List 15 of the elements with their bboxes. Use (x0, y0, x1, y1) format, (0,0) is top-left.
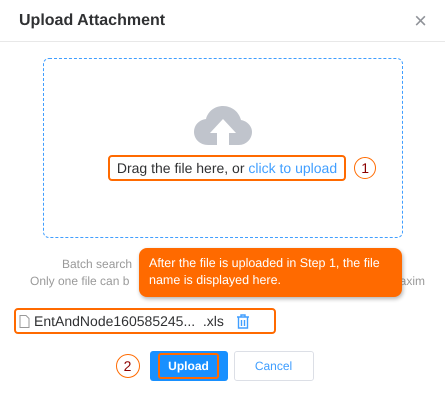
hint-text: Only one file can b (30, 273, 130, 290)
dialog-title: Upload Attachment (19, 12, 166, 30)
delete-icon[interactable] (236, 314, 250, 328)
cancel-button[interactable]: Cancel (234, 351, 314, 381)
upload-link[interactable]: click to upload (248, 160, 338, 176)
file-name: EntAndNode160585245... .xls (34, 313, 224, 329)
drag-instruction: Drag the file here, or click to upload (108, 155, 346, 181)
hint-text: Batch search (62, 257, 132, 271)
file-icon (19, 314, 30, 328)
callout-tooltip: After the file is uploaded in Step 1, the file name is displayed here. (139, 248, 402, 297)
close-button[interactable]: × (414, 10, 427, 32)
step-number: 1 (354, 157, 376, 179)
drop-zone[interactable]: Drag the file here, or click to upload 1 (43, 58, 403, 238)
upload-button[interactable]: Upload (150, 351, 228, 381)
step-number: 2 (116, 354, 140, 378)
